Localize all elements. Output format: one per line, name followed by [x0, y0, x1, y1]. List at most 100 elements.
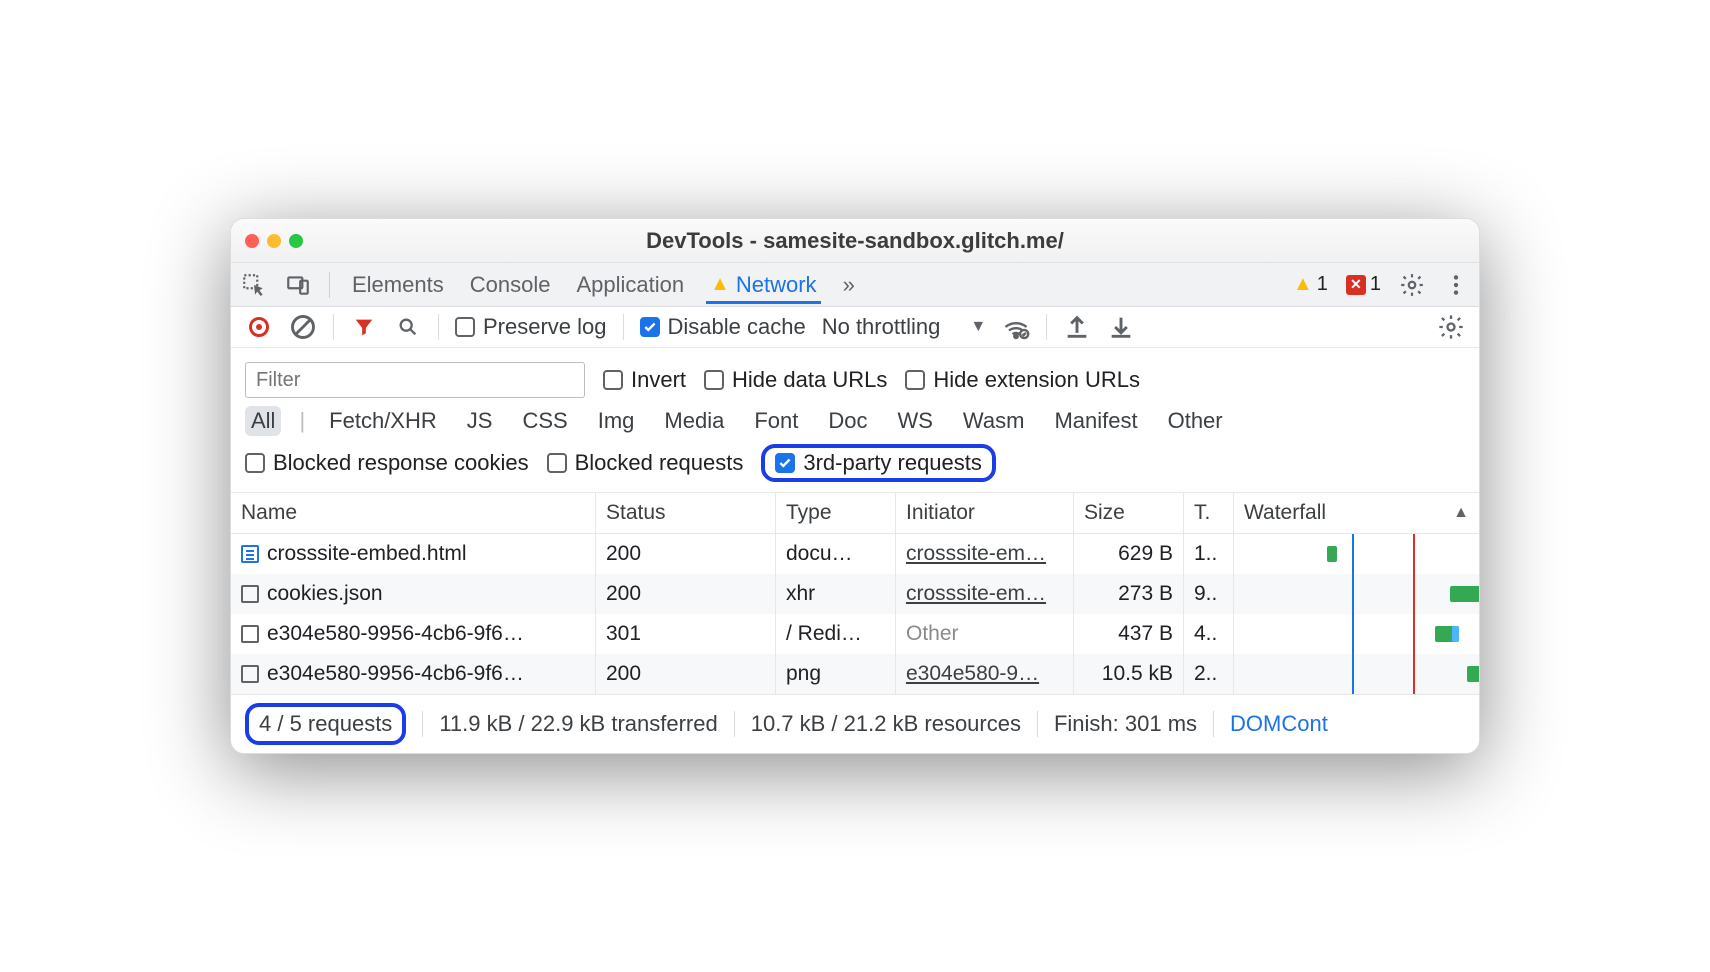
col-type[interactable]: Type	[776, 493, 896, 534]
invert-checkbox[interactable]: Invert	[603, 367, 686, 393]
waterfall-cell	[1234, 534, 1479, 574]
col-waterfall[interactable]: Waterfall▲	[1234, 493, 1479, 534]
warnings-badge[interactable]: ▲ 1	[1293, 273, 1328, 296]
device-toggle-icon[interactable]	[285, 272, 311, 298]
file-outline-icon	[241, 625, 259, 643]
type-filter-doc[interactable]: Doc	[822, 406, 873, 436]
request-initiator: Other	[896, 614, 1074, 654]
type-filter-css[interactable]: CSS	[516, 406, 573, 436]
request-time: 9..	[1184, 574, 1234, 614]
request-initiator[interactable]: crosssite-em…	[896, 574, 1074, 614]
tab-elements[interactable]: Elements	[348, 266, 448, 304]
blocked-requests-checkbox[interactable]: Blocked requests	[547, 450, 744, 476]
table-header: Name Status Type Initiator Size T. Water…	[231, 493, 1479, 534]
type-filter-ws[interactable]: WS	[891, 406, 938, 436]
errors-badge[interactable]: ✕ 1	[1346, 273, 1381, 296]
titlebar: DevTools - samesite-sandbox.glitch.me/	[231, 219, 1479, 263]
request-name: e304e580-9956-4cb6-9f6…	[267, 622, 524, 646]
zoom-window-button[interactable]	[289, 234, 303, 248]
request-initiator[interactable]: e304e580-9…	[896, 654, 1074, 694]
sort-arrow-icon: ▲	[1453, 504, 1469, 522]
filter-area: Invert Hide data URLs Hide extension URL…	[231, 348, 1479, 493]
col-initiator[interactable]: Initiator	[896, 493, 1074, 534]
table-row[interactable]: e304e580-9956-4cb6-9f6… 301/ Redi…Other43…	[231, 614, 1479, 654]
file-outline-icon	[241, 665, 259, 683]
blocked-cookies-checkbox[interactable]: Blocked response cookies	[245, 450, 529, 476]
col-name[interactable]: Name	[231, 493, 596, 534]
type-filter-wasm[interactable]: Wasm	[957, 406, 1031, 436]
kebab-menu-icon[interactable]	[1443, 272, 1469, 298]
request-table: Name Status Type Initiator Size T. Water…	[231, 493, 1479, 695]
request-size: 437 B	[1074, 614, 1184, 654]
type-filter-media[interactable]: Media	[658, 406, 730, 436]
network-conditions-icon[interactable]	[1002, 313, 1030, 341]
throttling-dropdown[interactable]: No throttling ▼	[822, 314, 986, 340]
inspect-icon[interactable]	[241, 272, 267, 298]
tab-network[interactable]: ▲ Network	[706, 266, 820, 304]
domcontentloaded-label: DOMCont	[1230, 711, 1328, 737]
request-name: cookies.json	[267, 582, 383, 606]
filter-icon[interactable]	[350, 313, 378, 341]
file-outline-icon	[241, 585, 259, 603]
requests-count-highlight: 4 / 5 requests	[245, 703, 406, 745]
type-filter-img[interactable]: Img	[592, 406, 641, 436]
devtools-window: DevTools - samesite-sandbox.glitch.me/ E…	[230, 218, 1480, 754]
request-status: 200	[596, 654, 776, 694]
waterfall-cell	[1234, 574, 1479, 614]
resources-size: 10.7 kB / 21.2 kB resources	[751, 711, 1021, 737]
close-window-button[interactable]	[245, 234, 259, 248]
upload-har-icon[interactable]	[1063, 313, 1091, 341]
third-party-checkbox[interactable]: 3rd-party requests	[775, 450, 982, 476]
type-filter-manifest[interactable]: Manifest	[1048, 406, 1143, 436]
disable-cache-checkbox[interactable]: Disable cache	[640, 314, 806, 340]
tab-application[interactable]: Application	[572, 266, 688, 304]
preserve-log-checkbox[interactable]: Preserve log	[455, 314, 607, 340]
settings-gear-icon[interactable]	[1399, 272, 1425, 298]
minimize-window-button[interactable]	[267, 234, 281, 248]
type-filter-js[interactable]: JS	[461, 406, 499, 436]
col-size[interactable]: Size	[1074, 493, 1184, 534]
tabs-overflow[interactable]: »	[839, 266, 859, 304]
warning-triangle-icon: ▲	[1293, 273, 1313, 296]
tab-strip: Elements Console Application ▲ Network »…	[231, 263, 1479, 307]
search-icon[interactable]	[394, 313, 422, 341]
panel-settings-gear-icon[interactable]	[1437, 313, 1465, 341]
request-time: 1..	[1184, 534, 1234, 574]
request-time: 2..	[1184, 654, 1234, 694]
download-har-icon[interactable]	[1107, 313, 1135, 341]
request-initiator[interactable]: crosssite-em…	[896, 534, 1074, 574]
window-title: DevTools - samesite-sandbox.glitch.me/	[231, 228, 1479, 254]
request-status: 200	[596, 574, 776, 614]
type-filter-other[interactable]: Other	[1162, 406, 1229, 436]
hide-data-urls-checkbox[interactable]: Hide data URLs	[704, 367, 887, 393]
error-square-icon: ✕	[1346, 275, 1366, 295]
table-row[interactable]: cookies.json 200xhrcrosssite-em…273 B9..	[231, 574, 1479, 614]
col-time[interactable]: T.	[1184, 493, 1234, 534]
status-bar: 4 / 5 requests 11.9 kB / 22.9 kB transfe…	[231, 695, 1479, 753]
waterfall-cell	[1234, 654, 1479, 694]
finish-time: Finish: 301 ms	[1054, 711, 1197, 737]
hide-extension-urls-checkbox[interactable]: Hide extension URLs	[905, 367, 1140, 393]
request-size: 10.5 kB	[1074, 654, 1184, 694]
type-filter-fetchxhr[interactable]: Fetch/XHR	[323, 406, 443, 436]
filter-input[interactable]	[245, 362, 585, 398]
table-row[interactable]: crosssite-embed.html200docu…crosssite-em…	[231, 534, 1479, 574]
request-type: / Redi…	[776, 614, 896, 654]
request-type: png	[776, 654, 896, 694]
record-button[interactable]	[245, 313, 273, 341]
request-size: 629 B	[1074, 534, 1184, 574]
window-controls	[245, 234, 303, 248]
request-size: 273 B	[1074, 574, 1184, 614]
request-time: 4..	[1184, 614, 1234, 654]
table-row[interactable]: e304e580-9956-4cb6-9f6…200pnge304e580-9……	[231, 654, 1479, 694]
transferred-size: 11.9 kB / 22.9 kB transferred	[439, 711, 717, 737]
request-status: 200	[596, 534, 776, 574]
request-name: crosssite-embed.html	[267, 542, 467, 566]
type-filter-all[interactable]: All	[245, 406, 281, 436]
request-status: 301	[596, 614, 776, 654]
col-status[interactable]: Status	[596, 493, 776, 534]
tab-console[interactable]: Console	[466, 266, 555, 304]
type-filter-font[interactable]: Font	[748, 406, 804, 436]
clear-button[interactable]	[289, 313, 317, 341]
request-type: xhr	[776, 574, 896, 614]
